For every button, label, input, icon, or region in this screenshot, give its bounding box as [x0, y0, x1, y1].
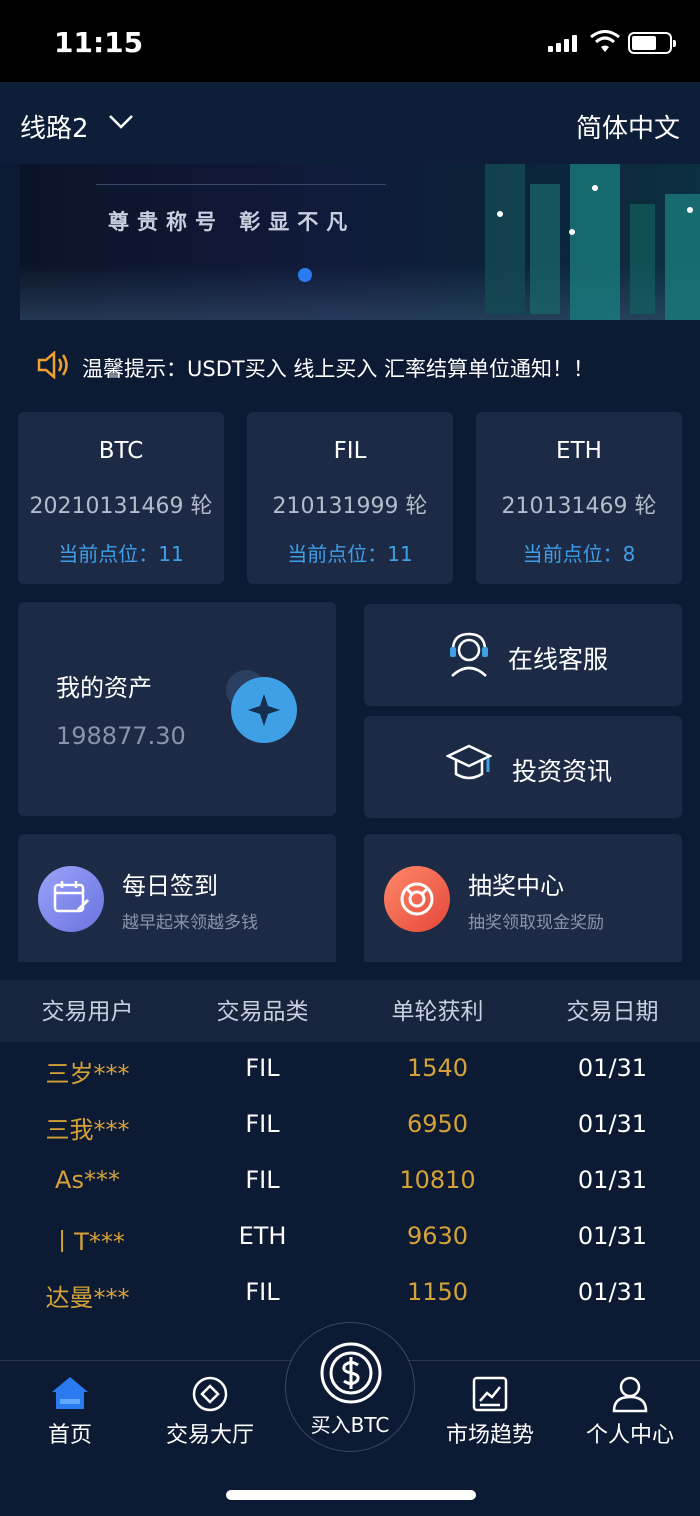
coin-name: ETH [556, 438, 602, 464]
cell-user: 三岁*** [45, 1060, 130, 1088]
column-header-category: 交易品类 [216, 999, 309, 1025]
cell-category: FIL [245, 1278, 280, 1306]
route-selector[interactable]: 线路2 [20, 108, 89, 145]
checkin-title: 每日签到 [122, 872, 218, 900]
cell-date: 01/31 [577, 1278, 648, 1306]
signal-icon [548, 34, 577, 52]
tab-home[interactable]: 首页 [0, 1361, 140, 1461]
notice-text: 温馨提示：USDT买入 线上买入 汇率结算单位通知！！ [82, 357, 595, 381]
table-row: 三岁*** FIL 1540 01/31 [0, 1042, 700, 1098]
headset-icon [450, 632, 488, 677]
carousel-indicator[interactable] [298, 268, 312, 282]
tab-profile-label: 个人中心 [585, 1423, 674, 1448]
coin-card-btc[interactable]: BTC 20210131469 轮 当前点位：11 [18, 412, 224, 584]
column-header-profit: 单轮获利 [391, 999, 484, 1025]
lottery-subtitle: 抽奖领取现金奖励 [468, 913, 604, 933]
cell-date: 01/31 [577, 1222, 648, 1250]
banner-divider [96, 184, 386, 185]
coin-card-fil[interactable]: FIL 210131999 轮 当前点位：11 [247, 412, 453, 584]
investment-news-button[interactable]: 投资资讯 [364, 716, 682, 818]
home-indicator [226, 1490, 476, 1500]
tab-profile[interactable]: 个人中心 [560, 1361, 700, 1461]
wifi-icon [590, 30, 620, 52]
table-row: 三我*** FIL 6950 01/31 [0, 1098, 700, 1154]
banner-city-image [485, 164, 700, 320]
table-row: As*** FIL 10810 01/31 [0, 1154, 700, 1210]
calendar-icon [38, 866, 104, 932]
cell-profit: 9630 [406, 1222, 469, 1250]
daily-checkin-card[interactable]: 每日签到 越早起来领越多钱 [18, 834, 336, 962]
asset-value: 198877.30 [56, 722, 186, 750]
cell-category: ETH [238, 1222, 287, 1250]
cell-date: 01/31 [577, 1054, 648, 1082]
cell-user: As*** [55, 1166, 120, 1194]
tab-trade-hall[interactable]: 交易大厅 [140, 1361, 280, 1461]
column-header-date: 交易日期 [566, 999, 659, 1025]
tab-home-label: 首页 [47, 1423, 92, 1448]
header: 线路2 简体中文 [0, 82, 700, 164]
cell-date: 01/31 [577, 1166, 648, 1194]
coin-round: 20210131469 轮 [29, 494, 213, 519]
cell-user: 丨T*** [50, 1228, 125, 1256]
trend-chart-icon [472, 1376, 508, 1412]
cell-user: 达曼*** [45, 1284, 130, 1312]
banner-slogan: 尊贵称号 彰显不凡 [108, 210, 356, 234]
trade-table-header: 交易用户 交易品类 单轮获利 交易日期 [0, 980, 700, 1042]
buy-btc-button[interactable]: 买入BTC [285, 1322, 415, 1452]
chevron-down-icon[interactable] [108, 114, 134, 130]
cell-category: FIL [245, 1054, 280, 1082]
checkin-subtitle: 越早起来领越多钱 [122, 913, 258, 933]
buy-btc-label: 买入BTC [310, 1413, 390, 1437]
cell-user: 三我*** [45, 1116, 130, 1144]
coin-point: 当前点位：8 [522, 542, 636, 566]
coin-name: FIL [333, 438, 367, 464]
asset-title: 我的资产 [56, 674, 152, 702]
coin-round: 210131999 轮 [272, 494, 428, 519]
tab-trade-hall-label: 交易大厅 [165, 1423, 254, 1448]
notice-bar[interactable]: 温馨提示：USDT买入 线上买入 汇率结算单位通知！！ [0, 320, 700, 410]
lottery-center-card[interactable]: 抽奖中心 抽奖领取现金奖励 [364, 834, 682, 962]
coin-name: BTC [98, 438, 144, 464]
home-icon [52, 1377, 88, 1409]
table-row: 达曼*** FIL 1150 01/31 [0, 1266, 700, 1322]
cell-date: 01/31 [577, 1110, 648, 1138]
cell-category: FIL [245, 1166, 280, 1194]
coin-point: 当前点位：11 [58, 542, 184, 566]
cell-profit: 10810 [399, 1166, 476, 1194]
speaker-icon [37, 351, 68, 379]
coin-point: 当前点位：11 [287, 542, 413, 566]
cell-profit: 1540 [406, 1054, 469, 1082]
diamond-circle-icon [192, 1376, 228, 1412]
status-bar: 11:15 [0, 0, 700, 82]
coin-card-eth[interactable]: ETH 210131469 轮 当前点位：8 [476, 412, 682, 584]
table-row: 丨T*** ETH 9630 01/31 [0, 1210, 700, 1266]
tab-market-label: 市场趋势 [445, 1423, 534, 1448]
battery-icon [628, 32, 676, 54]
language-selector[interactable]: 简体中文 [576, 108, 680, 145]
online-service-button[interactable]: 在线客服 [364, 604, 682, 706]
column-header-user: 交易用户 [41, 999, 134, 1025]
cell-profit: 1150 [406, 1278, 469, 1306]
investment-news-label: 投资资讯 [512, 757, 613, 786]
status-time: 11:15 [54, 26, 144, 59]
tab-market[interactable]: 市场趋势 [420, 1361, 560, 1461]
coin-round: 210131469 轮 [501, 494, 657, 519]
dollar-coin-icon [320, 1342, 382, 1404]
asset-star-icon [226, 670, 297, 743]
lottery-title: 抽奖中心 [468, 872, 564, 900]
graduation-cap-icon [446, 744, 492, 780]
cell-profit: 6950 [406, 1110, 469, 1138]
my-assets-card[interactable]: 我的资产 198877.30 [18, 602, 336, 816]
cell-category: FIL [245, 1110, 280, 1138]
banner-carousel[interactable]: 尊贵称号 彰显不凡 [20, 164, 700, 320]
online-service-label: 在线客服 [508, 645, 609, 674]
user-icon [612, 1376, 648, 1413]
lifebuoy-icon [384, 866, 450, 932]
